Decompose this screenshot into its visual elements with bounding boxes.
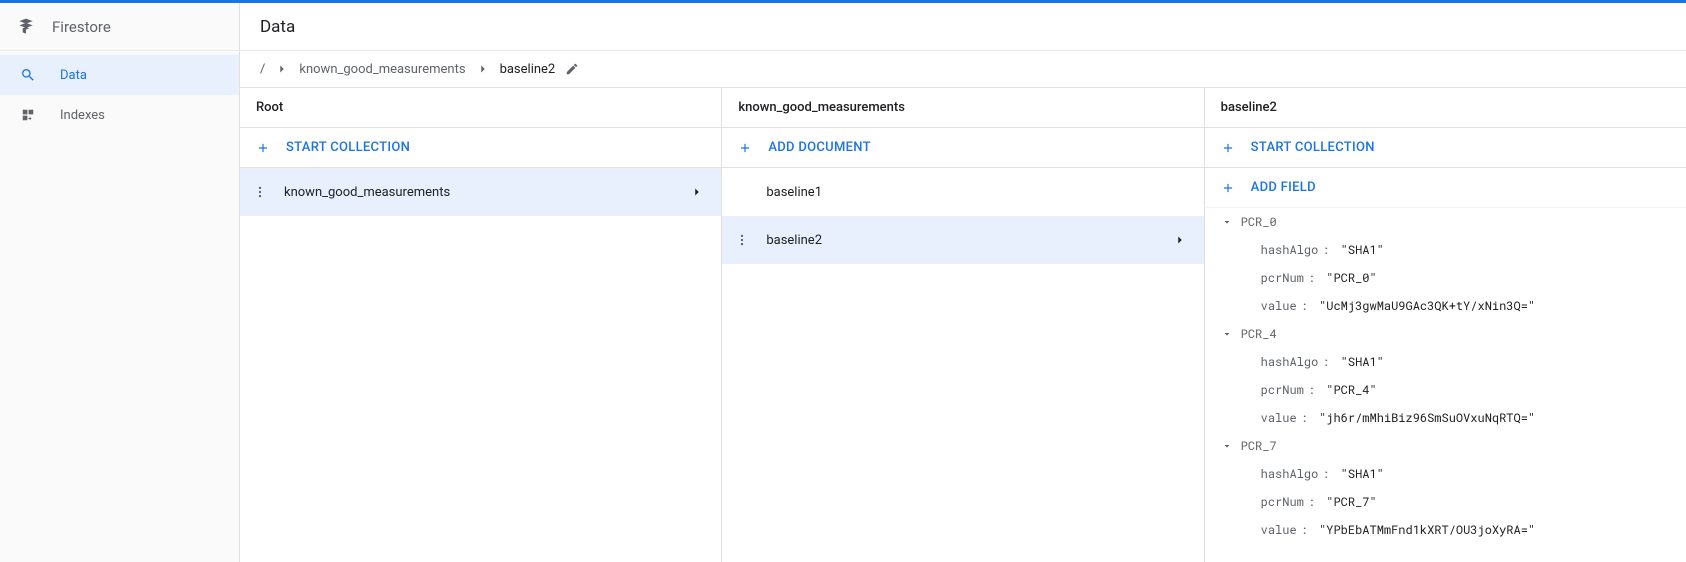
plus-icon [256,141,270,155]
field-key: hashAlgo [1261,242,1319,258]
document-item-label: baseline2 [766,233,1155,248]
add-document-button[interactable]: ADD DOCUMENT [722,128,1203,168]
document-item[interactable]: baseline1 [722,168,1203,216]
plus-icon [738,141,752,155]
sidebar-item-indexes[interactable]: Indexes [0,95,239,135]
column-header-root: Root [240,88,721,128]
search-icon [20,67,36,83]
breadcrumb-root[interactable]: / [260,62,265,77]
chevron-right-icon [476,62,490,76]
field-key: value [1261,410,1297,426]
breadcrumb: / known_good_measurements baseline2 [240,51,1686,87]
field-key: pcrNum [1261,382,1304,398]
plus-icon [1221,181,1235,195]
triangle-down-icon [1221,216,1233,228]
field-object[interactable]: PCR_0 [1205,208,1686,236]
column-header-document: baseline2 [1205,88,1686,128]
field-value: "YPbEbATMmFnd1kXRT/OU3joXyRA=" [1319,522,1535,538]
field-property[interactable]: value: "YPbEbATMmFnd1kXRT/OU3joXyRA=" [1205,516,1686,544]
field-property[interactable]: hashAlgo: "SHA1" [1205,236,1686,264]
root-list: known_good_measurements [240,168,721,562]
field-value: "SHA1" [1341,242,1384,258]
column-root: Root START COLLECTION known_good_measure… [240,88,722,562]
sidebar-item-data[interactable]: Data [0,55,239,95]
sidebar-item-label: Indexes [60,108,105,123]
field-object-name: PCR_7 [1241,438,1277,454]
collection-item-label: known_good_measurements [284,185,673,200]
field-key: pcrNum [1261,270,1304,286]
field-value: "SHA1" [1341,354,1384,370]
more-vert-icon[interactable] [734,233,750,247]
sidebar-item-label: Data [60,68,87,83]
field-key: value [1261,298,1297,314]
plus-icon [1221,141,1235,155]
chevron-right-icon [275,62,289,76]
collection-item[interactable]: known_good_measurements [240,168,721,216]
field-object[interactable]: PCR_7 [1205,432,1686,460]
document-item-label: baseline1 [766,185,1187,200]
breadcrumb-collection[interactable]: known_good_measurements [299,62,465,77]
field-object-name: PCR_0 [1241,214,1277,230]
chevron-right-icon [1172,233,1188,247]
main: Data / known_good_measurements baseline2… [240,3,1686,562]
field-property[interactable]: value: "jh6r/mMhiBiz96SmSuOVxuNqRTQ=" [1205,404,1686,432]
document-item[interactable]: baseline2 [722,216,1203,264]
field-value: "jh6r/mMhiBiz96SmSuOVxuNqRTQ=" [1319,410,1535,426]
field-property[interactable]: pcrNum: "PCR_0" [1205,264,1686,292]
more-vert-icon[interactable] [252,185,268,199]
edit-icon[interactable] [565,62,579,76]
sidebar-title: Firestore [52,18,111,36]
data-columns: Root START COLLECTION known_good_measure… [240,87,1686,562]
field-value: "PCR_7" [1326,494,1376,510]
field-property[interactable]: hashAlgo: "SHA1" [1205,460,1686,488]
field-key: value [1261,522,1297,538]
column-document: baseline2 START COLLECTION ADD FIELD PCR… [1205,88,1686,562]
field-value: "PCR_4" [1326,382,1376,398]
start-collection-button[interactable]: START COLLECTION [240,128,721,168]
sidebar-nav: Data Indexes [0,51,239,135]
field-value: "SHA1" [1341,466,1384,482]
field-object-name: PCR_4 [1241,326,1277,342]
field-property[interactable]: pcrNum: "PCR_4" [1205,376,1686,404]
field-value: "PCR_0" [1326,270,1376,286]
chevron-right-icon [689,185,705,199]
field-object[interactable]: PCR_4 [1205,320,1686,348]
breadcrumb-document: baseline2 [500,62,556,77]
field-property[interactable]: value: "UcMj3gwMaU9GAc3QK+tY/xNin3Q=" [1205,292,1686,320]
page-title: Data [240,3,1686,51]
document-list: baseline1 baseline2 [722,168,1203,562]
column-header-collection: known_good_measurements [722,88,1203,128]
sidebar-header: Firestore [0,3,239,51]
add-field-label: ADD FIELD [1251,180,1316,195]
start-subcollection-label: START COLLECTION [1251,140,1375,155]
column-collection: known_good_measurements ADD DOCUMENT bas… [722,88,1204,562]
add-field-button[interactable]: ADD FIELD [1205,168,1686,208]
indexes-icon [20,108,36,122]
field-key: pcrNum [1261,494,1304,510]
firestore-logo-icon [16,17,36,37]
sidebar: Firestore Data Indexes [0,3,240,562]
start-subcollection-button[interactable]: START COLLECTION [1205,128,1686,168]
add-document-label: ADD DOCUMENT [768,140,871,155]
field-value: "UcMj3gwMaU9GAc3QK+tY/xNin3Q=" [1319,298,1535,314]
triangle-down-icon [1221,440,1233,452]
field-property[interactable]: hashAlgo: "SHA1" [1205,348,1686,376]
start-collection-label: START COLLECTION [286,140,410,155]
document-fields: PCR_0hashAlgo: "SHA1"pcrNum: "PCR_0"valu… [1205,208,1686,562]
field-key: hashAlgo [1261,354,1319,370]
triangle-down-icon [1221,328,1233,340]
field-property[interactable]: pcrNum: "PCR_7" [1205,488,1686,516]
field-key: hashAlgo [1261,466,1319,482]
